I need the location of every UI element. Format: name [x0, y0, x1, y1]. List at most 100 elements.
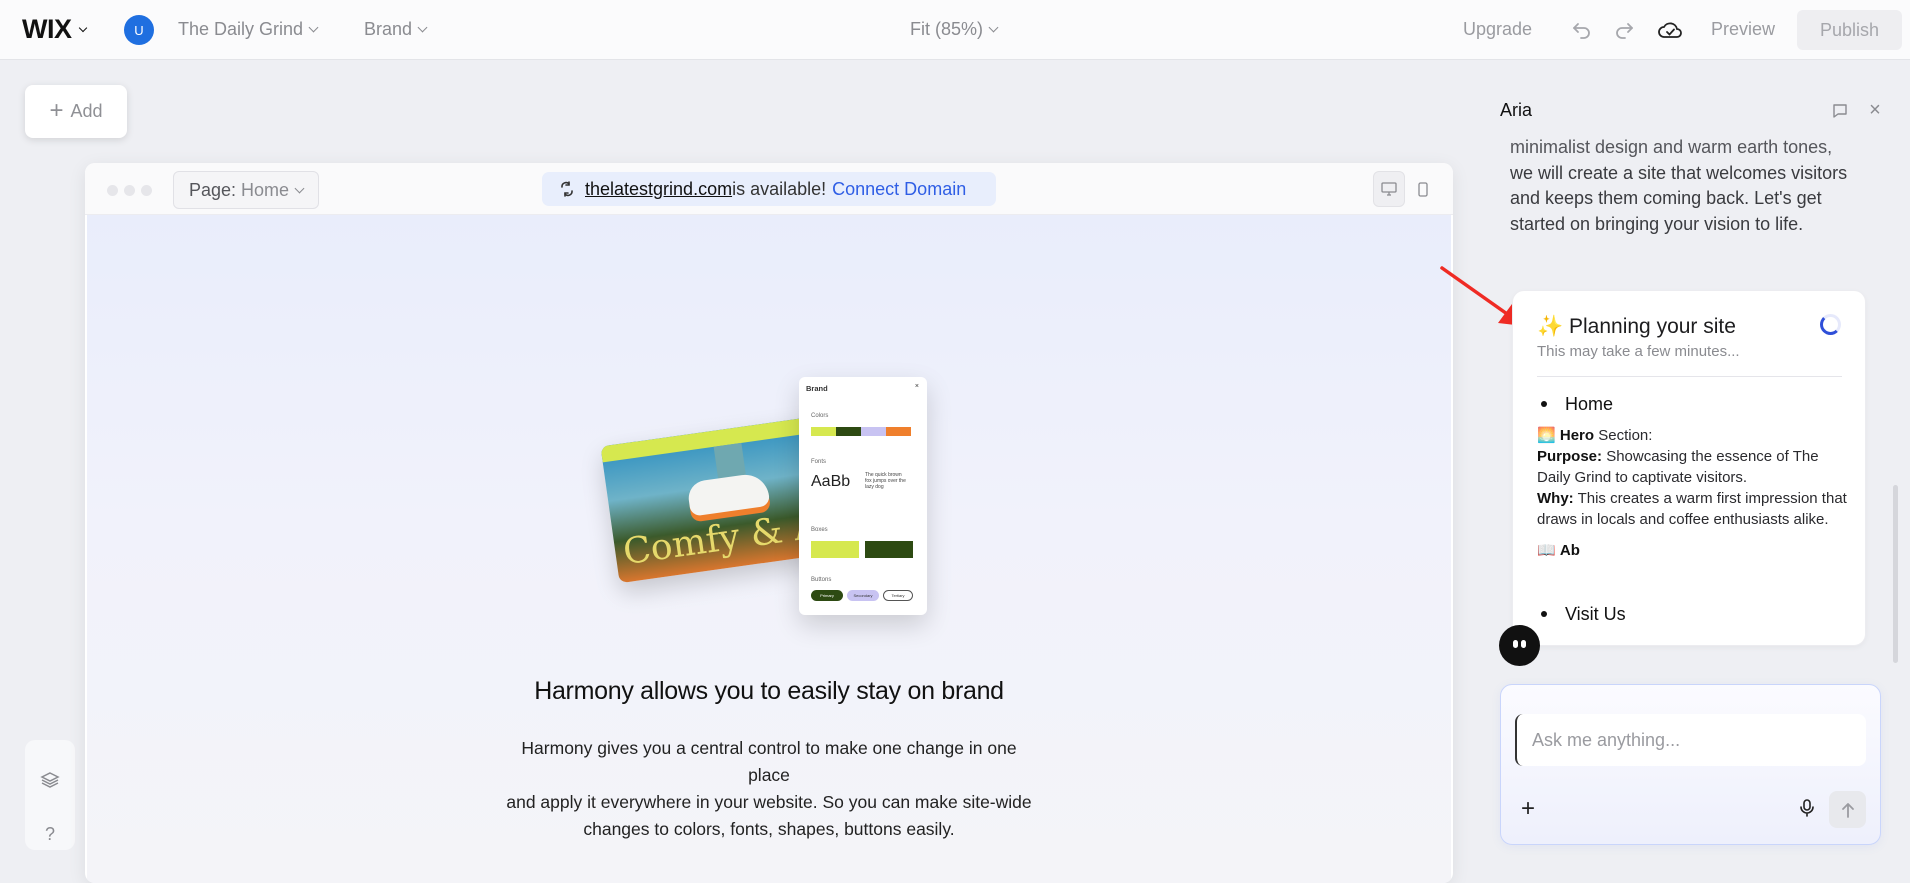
- close-icon: ×: [914, 383, 919, 390]
- message-line: started on bringing your vision to life.: [1510, 213, 1804, 234]
- buttons-label: Buttons: [811, 577, 832, 583]
- domain-name[interactable]: thelatestgrind.com: [585, 179, 732, 200]
- chevron-down-icon: [988, 22, 999, 33]
- plus-icon: +: [49, 96, 64, 124]
- swatch-orange: [886, 427, 911, 436]
- page-label: Page:: [188, 179, 237, 200]
- chevron-down-icon: [78, 23, 87, 32]
- planning-title: ✨ Planning your site: [1537, 315, 1736, 339]
- add-label: Add: [70, 101, 103, 121]
- hero-desc-line: Harmony gives you a central control to m…: [521, 738, 1017, 785]
- connect-domain-link[interactable]: Connect Domain: [832, 179, 966, 200]
- divider: [1537, 376, 1842, 377]
- plan-page-item: Home: [1541, 394, 1613, 415]
- domain-status: is available!: [732, 178, 827, 199]
- publish-button[interactable]: Publish: [1797, 10, 1902, 50]
- hero-desc-line: changes to colors, fonts, shapes, button…: [583, 819, 955, 839]
- mobile-view-icon[interactable]: [1407, 171, 1439, 207]
- chat-history-icon[interactable]: [1830, 100, 1850, 120]
- plan-page-item: Visit Us: [1541, 604, 1626, 625]
- top-bar: WIX U The Daily Grind Brand Fit (85%) Up…: [0, 0, 1910, 60]
- hero-section[interactable]: Comfy & A Brand × Colors Fonts AaBb The …: [87, 215, 1451, 883]
- scroll-to-bottom-button[interactable]: [1499, 625, 1540, 666]
- planning-title-text: Planning your site: [1569, 315, 1736, 338]
- pill-tertiary: Tertiary: [883, 590, 913, 601]
- left-toolbar: ?: [25, 740, 75, 850]
- section-name: Hero: [1559, 427, 1595, 444]
- box-lime: [811, 541, 859, 558]
- link-icon: [561, 181, 573, 197]
- section-name: Ab: [1559, 542, 1580, 559]
- device-view-toggle: [1373, 171, 1441, 207]
- page-selector[interactable]: Page: Home: [173, 171, 319, 209]
- loading-spinner-icon: [1820, 314, 1841, 335]
- brand-menu[interactable]: Brand: [364, 19, 428, 40]
- brand-menu-label: Brand: [364, 19, 413, 39]
- chevron-down-icon: [294, 183, 305, 193]
- send-button[interactable]: [1829, 791, 1866, 828]
- chat-input[interactable]: [1515, 714, 1866, 766]
- why-text: This creates a warm first impression tha…: [1537, 490, 1847, 528]
- boxes-label: Boxes: [811, 527, 828, 533]
- swatch-lime: [811, 427, 836, 436]
- brand-panel-illustration: Brand × Colors Fonts AaBb The quick brow…: [799, 377, 927, 615]
- help-icon[interactable]: ?: [38, 822, 62, 846]
- wix-logo-menu[interactable]: WIX: [22, 14, 87, 45]
- pill-primary: Primary: [811, 590, 843, 601]
- book-icon: 📖: [1537, 542, 1556, 559]
- font-pangram: The quick brown fox jumps over the lazy …: [865, 472, 906, 490]
- zoom-menu[interactable]: Fit (85%): [910, 19, 999, 40]
- avatar[interactable]: U: [124, 15, 154, 45]
- bullet-icon: [1541, 610, 1547, 617]
- photo-headline: Comfy & A: [620, 505, 823, 574]
- message-line: minimalist design and warm earth tones,: [1510, 137, 1833, 157]
- undo-icon[interactable]: [1570, 18, 1594, 42]
- chevron-down-icon: [417, 22, 428, 33]
- layers-icon[interactable]: [38, 768, 62, 792]
- chevron-down-icon: [308, 22, 319, 33]
- chat-scrollbar[interactable]: [1893, 485, 1898, 663]
- plan-page-name: Visit Us: [1565, 604, 1626, 624]
- sunrise-icon: 🌅: [1537, 427, 1556, 444]
- sparkles-icon: ✨: [1537, 315, 1564, 338]
- message-line: we will create a site that welcomes visi…: [1510, 162, 1848, 183]
- font-sample: AaBb: [811, 473, 851, 490]
- bullet-icon: [1541, 400, 1547, 407]
- site-preview-frame: Page: Home thelatestgrind.com is availab…: [85, 163, 1453, 883]
- purpose-label: Purpose:: [1537, 448, 1603, 465]
- planning-card: ✨ Planning your site This may take a few…: [1512, 290, 1866, 646]
- why-label: Why:: [1537, 490, 1574, 507]
- aria-message: minimalist design and warm earth tones, …: [1510, 135, 1890, 237]
- pill-secondary: Secondary: [847, 590, 879, 601]
- plus-icon[interactable]: +: [1521, 795, 1535, 823]
- swatch-lavender: [861, 427, 886, 436]
- redo-icon[interactable]: [1612, 18, 1636, 42]
- swatch-green: [836, 427, 861, 436]
- hero-desc-line: and apply it everywhere in your website.…: [506, 792, 1032, 812]
- box-green: [865, 541, 913, 558]
- upgrade-button[interactable]: Upgrade: [1463, 19, 1532, 40]
- aria-panel-title: Aria: [1500, 100, 1533, 120]
- window-dots: [107, 185, 152, 196]
- plan-page-name: Home: [1565, 394, 1614, 414]
- wix-logo: WIX: [22, 14, 72, 44]
- close-icon[interactable]: ×: [1865, 99, 1885, 121]
- desktop-view-icon[interactable]: [1373, 171, 1405, 207]
- section-suffix: Section:: [1598, 427, 1653, 444]
- site-name-menu[interactable]: The Daily Grind: [178, 19, 319, 40]
- zoom-label: Fit (85%): [910, 19, 984, 39]
- plan-section-details: 🌅 Hero Section: Purpose: Showcasing the …: [1537, 425, 1847, 561]
- shoe-image: [686, 471, 771, 517]
- preview-button[interactable]: Preview: [1711, 19, 1775, 40]
- hero-description: Harmony gives you a central control to m…: [499, 735, 1039, 843]
- preview-address-bar: Page: Home thelatestgrind.com is availab…: [85, 163, 1453, 215]
- domain-banner: thelatestgrind.com is available! Connect…: [542, 172, 996, 206]
- microphone-icon[interactable]: [1797, 798, 1817, 818]
- planning-subtitle: This may take a few minutes...: [1537, 343, 1740, 360]
- panel-title: Brand: [806, 384, 828, 393]
- chat-input-card: +: [1500, 684, 1881, 845]
- page-value: Home: [241, 179, 290, 200]
- colors-label: Colors: [811, 413, 829, 419]
- add-elements-button[interactable]: + Add: [25, 85, 127, 138]
- cloud-saved-icon[interactable]: [1658, 18, 1682, 42]
